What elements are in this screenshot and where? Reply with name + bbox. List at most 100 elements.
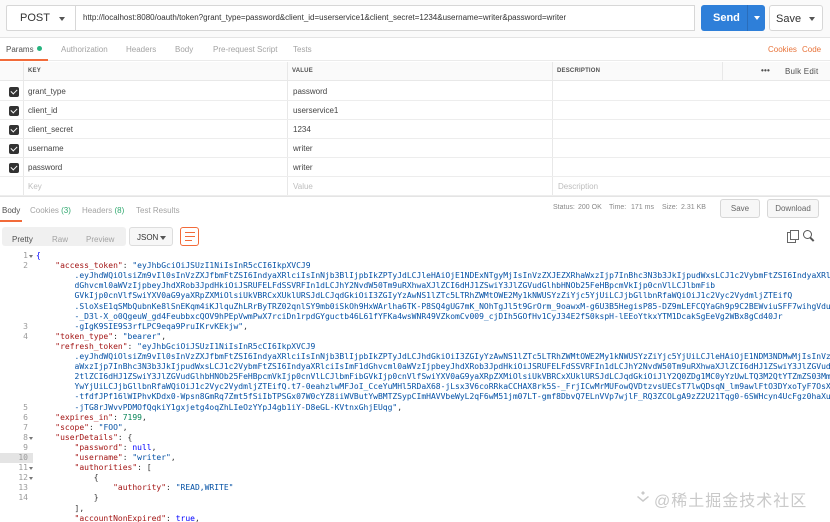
tab-params[interactable]: Params bbox=[6, 45, 42, 54]
code-token: : bbox=[113, 331, 123, 341]
tab-authorization[interactable]: Authorization bbox=[61, 45, 108, 54]
line-number-gutter: 1 2 3 4 5 6 7 8 9 10 11 12 13 14 bbox=[0, 251, 36, 522]
code-token: "userDetails" bbox=[55, 432, 118, 442]
param-checkbox[interactable] bbox=[9, 163, 19, 173]
param-value[interactable]: writer bbox=[293, 163, 313, 172]
param-checkbox[interactable] bbox=[9, 87, 19, 97]
tab-response-cookies[interactable]: Cookies (3) bbox=[30, 206, 71, 215]
fold-toggle-icon[interactable] bbox=[29, 477, 33, 481]
headers-count: (8) bbox=[114, 206, 125, 215]
param-row: password writer bbox=[0, 158, 830, 177]
line-number: 4 bbox=[23, 331, 28, 341]
code-token: -tfdfJPf16lWIPhvKDdx0-Wpsn8GmRq7Zmt5fSiI… bbox=[36, 392, 830, 402]
more-options-icon[interactable]: ••• bbox=[761, 66, 770, 75]
param-key[interactable]: client_id bbox=[28, 106, 57, 115]
code-line: "authority": "READ,WRITE" bbox=[36, 483, 233, 493]
code-line: { bbox=[36, 251, 41, 261]
code-token: : bbox=[166, 483, 176, 493]
wrap-icon-line bbox=[185, 232, 195, 234]
tab-headers[interactable]: Headers bbox=[126, 45, 156, 54]
fold-toggle-icon[interactable] bbox=[29, 436, 33, 440]
cookies-count: (3) bbox=[61, 206, 71, 215]
code-token: "password" bbox=[74, 442, 123, 452]
code-token: , bbox=[397, 402, 403, 412]
param-checkbox[interactable] bbox=[9, 125, 19, 135]
method-label: POST bbox=[20, 12, 50, 24]
send-options-button[interactable] bbox=[747, 5, 765, 31]
cookies-link[interactable]: Cookies bbox=[768, 45, 797, 54]
fold-toggle-icon[interactable] bbox=[29, 255, 33, 258]
param-key[interactable]: grant_type bbox=[28, 87, 66, 96]
code-token: "username" bbox=[74, 453, 123, 462]
send-button[interactable]: Send bbox=[701, 5, 765, 31]
tab-body[interactable]: Body bbox=[175, 45, 193, 54]
bulk-edit-link[interactable]: Bulk Edit bbox=[785, 67, 818, 76]
tab-label: Params bbox=[6, 45, 34, 54]
fold-toggle-icon[interactable] bbox=[29, 467, 33, 471]
param-value[interactable]: writer bbox=[293, 144, 313, 153]
column-description: DESCRIPTION bbox=[557, 68, 601, 74]
code-link[interactable]: Code bbox=[802, 45, 821, 54]
description-placeholder[interactable]: Description bbox=[558, 182, 598, 191]
code-line: "scope": "FOO", bbox=[36, 422, 128, 433]
chevron-down-icon bbox=[59, 17, 65, 21]
code-token: : bbox=[127, 341, 138, 351]
code-token: , bbox=[243, 321, 248, 331]
preview-button[interactable]: Preview bbox=[86, 230, 114, 250]
param-checkbox[interactable] bbox=[9, 144, 19, 154]
code-token: , bbox=[141, 412, 147, 422]
code-token: "authority" bbox=[113, 483, 167, 493]
param-key[interactable]: username bbox=[28, 144, 64, 153]
code-line: "username": "writer", bbox=[36, 453, 176, 463]
search-icon[interactable] bbox=[803, 230, 815, 242]
active-tab-indicator bbox=[0, 220, 22, 222]
param-value[interactable]: 1234 bbox=[293, 125, 311, 134]
code-token: .eyJhdWQiOlsiZm9vIl0sInVzZXJfbmFtZSI6Ind… bbox=[36, 271, 830, 281]
pretty-button[interactable]: Pretty bbox=[12, 230, 33, 250]
code-token: .eyJhdWQiOlsiZm9vIl0sInVzZXJfbmFtZSI6Ind… bbox=[36, 352, 830, 361]
param-value[interactable]: password bbox=[293, 87, 327, 96]
param-row: grant_type password bbox=[0, 82, 830, 101]
wrap-icon-line bbox=[185, 240, 192, 242]
code-token: "bearer" bbox=[122, 331, 162, 341]
format-select[interactable]: JSON bbox=[129, 227, 173, 246]
param-checkbox[interactable] bbox=[9, 106, 19, 116]
code-line: 2tlZCI6dHJ1ZSwiY3JlZGVudGlhbHNOb25FeHBpc… bbox=[36, 372, 830, 382]
param-key[interactable]: password bbox=[28, 163, 62, 172]
raw-button[interactable]: Raw bbox=[52, 230, 68, 250]
download-button[interactable]: Download bbox=[767, 199, 819, 218]
code-line: "authorities": [ bbox=[36, 463, 152, 473]
response-bar: Body Cookies (3) Headers (8) Test Result… bbox=[0, 196, 830, 222]
wrap-lines-button[interactable] bbox=[180, 227, 199, 246]
url-input[interactable]: http://localhost:8080/oauth/token?grant_… bbox=[76, 5, 695, 31]
size-value: 2.31 KB bbox=[681, 204, 706, 211]
code-token: "eyJhbGciOiJSUzI1NiIsInR5cCI6IkpXVCJ9 bbox=[132, 261, 311, 271]
key-placeholder[interactable]: Key bbox=[28, 182, 42, 191]
tab-response-body[interactable]: Body bbox=[2, 206, 20, 215]
tab-pre-request-script[interactable]: Pre-request Script bbox=[213, 45, 277, 54]
time-label: Time: bbox=[609, 204, 627, 211]
code-line: .eyJhdWQiOlsiZm9vIl0sInVzZXJfbmFtZSI6Ind… bbox=[36, 352, 830, 362]
value-placeholder[interactable]: Value bbox=[293, 182, 313, 191]
method-select[interactable]: POST bbox=[6, 5, 76, 31]
param-key[interactable]: client_secret bbox=[28, 125, 73, 134]
save-response-button[interactable]: Save bbox=[720, 199, 760, 218]
code-line: "access_token": "eyJhbGciOiJSUzI1NiIsInR… bbox=[36, 261, 311, 271]
code-token: ], bbox=[36, 503, 85, 513]
save-button[interactable]: Save bbox=[769, 5, 823, 31]
code-token: , bbox=[122, 422, 128, 432]
response-body-editor[interactable]: 1 2 3 4 5 6 7 8 9 10 11 12 13 14 { "access_token": "e… bbox=[0, 251, 830, 522]
status-value: 200 OK bbox=[578, 204, 602, 211]
format-label: JSON bbox=[137, 233, 159, 242]
param-value[interactable]: userservice1 bbox=[293, 106, 338, 115]
tab-test-results[interactable]: Test Results bbox=[136, 206, 180, 215]
code-token: true bbox=[175, 513, 195, 522]
tab-tests[interactable]: Tests bbox=[293, 45, 312, 54]
tab-response-headers[interactable]: Headers (8) bbox=[82, 206, 124, 215]
copy-icon[interactable] bbox=[787, 230, 799, 243]
